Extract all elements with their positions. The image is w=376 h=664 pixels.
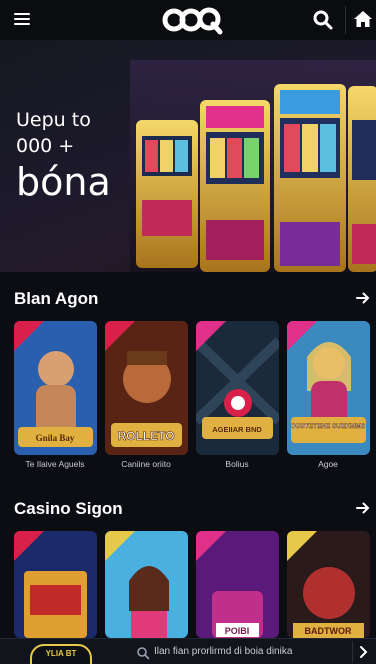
card-art-text: AGEIIAR BND (212, 425, 262, 434)
home-icon[interactable] (352, 8, 374, 30)
hero-line-2: 000 + (16, 135, 75, 157)
arrow-right-icon[interactable] (355, 500, 371, 516)
bottom-divider (352, 641, 353, 663)
game-card-3[interactable]: AGEIIAR BND (196, 321, 279, 455)
top-header (0, 0, 376, 40)
arrow-right-icon[interactable] (355, 290, 371, 306)
card-art-text: OUSTETENE SUEKMMS (291, 423, 366, 430)
card-art-text: Gnila Bay (36, 433, 75, 443)
promo-message[interactable]: Ilan fian prorlirmd di boia dinika (136, 646, 336, 660)
game-card-2[interactable]: ROLLETO (105, 321, 188, 455)
game-card-4[interactable]: OUSTETENE SUEKMMS (287, 321, 370, 455)
search-icon (137, 647, 150, 660)
hero-line-1: Uepu to (16, 109, 91, 131)
casino-card-4[interactable]: BADTWOR (287, 531, 370, 638)
section-title-casino-sigon: Casino Sigon (14, 499, 123, 518)
section-title-blan-agon: Blan Agon (14, 289, 99, 308)
promo-message-text: Ilan fian prorlirmd di boia dinika (154, 646, 293, 657)
hero-banner[interactable]: Uepu to 000 + bóna (0, 40, 376, 272)
game-card-3-label: Bolius (225, 459, 249, 469)
promo-badge-text: YLIA BT (45, 649, 77, 658)
game-card-2-label: Caniine oriito (121, 459, 171, 469)
card-art-text: ROLLETO (117, 429, 174, 443)
casino-card-3[interactable]: POIBI (196, 531, 279, 638)
hero-line-3: bóna (16, 160, 111, 204)
header-divider (345, 6, 346, 34)
card-art-text: BADTWOR (305, 626, 352, 636)
casino-card-2[interactable] (105, 531, 188, 638)
brand-logo[interactable] (160, 4, 224, 36)
bottom-promo-bar: YLIA BT Ilan fian prorlirmd di boia dini… (0, 638, 376, 664)
slot-machines-illustration (130, 60, 376, 272)
search-icon[interactable] (312, 9, 334, 31)
hamburger-menu-icon[interactable] (12, 10, 34, 28)
chevron-right-icon[interactable] (356, 645, 370, 659)
game-card-1[interactable]: Gnila Bay (14, 321, 97, 455)
game-card-1-label: Te Ilaive Aguels (25, 459, 85, 469)
casino-card-1[interactable] (14, 531, 97, 638)
promo-badge[interactable]: YLIA BT (30, 644, 92, 664)
game-card-4-label: Agoe (318, 459, 338, 469)
hero-headline: Uepu to 000 + bóna (16, 108, 156, 204)
card-art-text: POIBI (225, 626, 250, 636)
